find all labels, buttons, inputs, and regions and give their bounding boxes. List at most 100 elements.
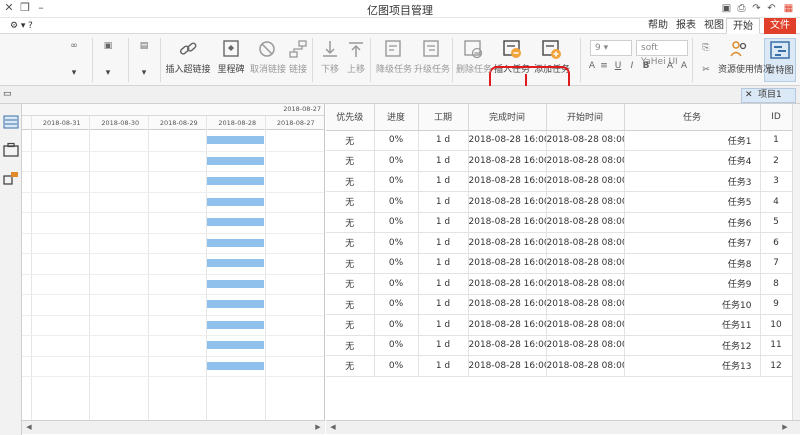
font-grow-icon[interactable]: A bbox=[678, 60, 690, 72]
task-name-cell[interactable]: 任务5 bbox=[624, 191, 761, 213]
duration-cell[interactable]: 1 d bbox=[418, 335, 469, 356]
progress-cell[interactable]: 0% bbox=[374, 335, 419, 356]
start-cell[interactable]: 2018-08-28 08:00 bbox=[546, 273, 625, 295]
task-name-cell[interactable]: 任务10 bbox=[624, 294, 761, 315]
duration-cell[interactable]: 1 d bbox=[418, 355, 469, 377]
column-header-start[interactable]: 开始时间 bbox=[546, 104, 625, 131]
gantt-task-bar[interactable] bbox=[207, 279, 264, 288]
priority-cell[interactable]: 无 bbox=[326, 232, 375, 254]
gantt-view-button[interactable]: 甘特图 bbox=[764, 38, 796, 82]
delete-task-button[interactable]: 删除任务 bbox=[456, 38, 492, 75]
finish-cell[interactable]: 2018-08-28 16:00 bbox=[468, 232, 547, 254]
duration-cell[interactable]: 1 d bbox=[418, 191, 469, 213]
progress-cell[interactable]: 0% bbox=[374, 171, 419, 192]
gantt-task-bar[interactable] bbox=[207, 259, 264, 267]
save-icon[interactable]: ▣ bbox=[720, 2, 733, 15]
duration-cell[interactable]: 1 d bbox=[418, 212, 469, 233]
task-name-cell[interactable]: 任务12 bbox=[624, 335, 761, 356]
print-icon[interactable]: ⎙ bbox=[735, 2, 748, 15]
tab-report[interactable]: 报表 bbox=[670, 18, 702, 34]
gantt-chart-pane[interactable]: 2018-08-27 2018-08-27 2018-08-28 2018-08-2… bbox=[22, 104, 325, 420]
table-row[interactable]: 无 0% 1 d 2018-08-28 16:00 2018-08-28 08:00 任务… bbox=[326, 335, 792, 356]
gantt-horizontal-scrollbar[interactable]: ◀ ▶ bbox=[22, 420, 325, 434]
gantt-task-bar[interactable] bbox=[207, 320, 264, 329]
note-dropdown-button[interactable]: ▤ ▾ bbox=[134, 38, 154, 78]
table-scroll-left-icon[interactable]: ◀ bbox=[328, 422, 338, 433]
help-circle-icon[interactable]: ? bbox=[22, 18, 39, 34]
progress-cell[interactable]: 0% bbox=[374, 355, 419, 377]
priority-cell[interactable]: 无 bbox=[326, 273, 375, 295]
duration-cell[interactable]: 1 d bbox=[418, 171, 469, 192]
id-cell[interactable]: 5 bbox=[760, 212, 792, 233]
duration-cell[interactable]: 1 d bbox=[418, 150, 469, 172]
priority-cell[interactable]: 无 bbox=[326, 171, 375, 192]
progress-cell[interactable]: 0% bbox=[374, 294, 419, 315]
column-header-id[interactable]: ID bbox=[760, 104, 792, 131]
start-cell[interactable]: 2018-08-28 08:00 bbox=[546, 130, 625, 151]
start-cell[interactable]: 2018-08-28 08:00 bbox=[546, 335, 625, 356]
move-up-button[interactable]: 上移 bbox=[344, 38, 368, 75]
find-dropdown-button[interactable]: ∞ ▾ bbox=[64, 38, 84, 78]
progress-cell[interactable]: 0% bbox=[374, 273, 419, 295]
column-header-priority[interactable]: 优先级 bbox=[326, 104, 375, 131]
gantt-task-bar[interactable] bbox=[207, 218, 264, 226]
task-name-cell[interactable]: 任务1 bbox=[624, 130, 761, 151]
tab-view[interactable]: 视图 bbox=[698, 18, 730, 34]
table-row[interactable]: 无 0% 1 d 2018-08-28 16:00 2018-08-28 08:00 任务… bbox=[326, 273, 792, 295]
indent-task-button[interactable]: 升级任务 bbox=[414, 38, 450, 75]
table-row[interactable]: 无 0% 1 d 2018-08-28 16:00 2018-08-28 08:00 任务… bbox=[326, 212, 792, 233]
priority-cell[interactable]: 无 bbox=[326, 335, 375, 356]
font-shrink-icon[interactable]: A bbox=[664, 60, 676, 72]
gantt-task-bar[interactable] bbox=[207, 136, 264, 144]
progress-cell[interactable]: 0% bbox=[374, 232, 419, 254]
milestone-button[interactable]: 里程碑 bbox=[216, 38, 246, 75]
table-row[interactable]: 无 0% 1 d 2018-08-28 16:00 2018-08-28 08:00 任务… bbox=[326, 232, 792, 254]
task-name-cell[interactable]: 任务3 bbox=[624, 171, 761, 192]
id-cell[interactable]: 6 bbox=[760, 232, 792, 254]
id-cell[interactable]: 8 bbox=[760, 273, 792, 295]
priority-cell[interactable]: 无 bbox=[326, 314, 375, 336]
table-row[interactable]: 无 0% 1 d 2018-08-28 16:00 2018-08-28 08:00 任务… bbox=[326, 130, 792, 151]
start-cell[interactable]: 2018-08-28 08:00 bbox=[546, 232, 625, 254]
start-cell[interactable]: 2018-08-28 08:00 bbox=[546, 171, 625, 192]
finish-cell[interactable]: 2018-08-28 16:00 bbox=[468, 150, 547, 172]
finish-cell[interactable]: 2018-08-28 16:00 bbox=[468, 171, 547, 192]
gantt-task-bar[interactable] bbox=[207, 300, 264, 308]
start-cell[interactable]: 2018-08-28 08:00 bbox=[546, 150, 625, 172]
gantt-task-bar[interactable] bbox=[207, 156, 264, 165]
gantt-task-bar[interactable] bbox=[207, 341, 264, 349]
finish-cell[interactable]: 2018-08-28 16:00 bbox=[468, 294, 547, 315]
task-name-cell[interactable]: 任务11 bbox=[624, 314, 761, 336]
column-header-finish[interactable]: 完成时间 bbox=[468, 104, 547, 131]
column-header-progress[interactable]: 进度 bbox=[374, 104, 419, 131]
bold-icon[interactable]: B bbox=[640, 60, 652, 72]
resource-usage-button[interactable]: 资源使用情况 bbox=[718, 38, 772, 75]
id-cell[interactable]: 9 bbox=[760, 294, 792, 315]
align-icon[interactable]: ≡ bbox=[598, 60, 610, 72]
font-name-select[interactable]: soft YaHei UI bbox=[636, 40, 688, 67]
table-row[interactable]: 无 0% 1 d 2018-08-28 16:00 2018-08-28 08:00 任务… bbox=[326, 314, 792, 336]
attachment-dropdown-button[interactable]: ▣ ▾ bbox=[98, 38, 118, 78]
scroll-right-icon[interactable]: ▶ bbox=[313, 422, 323, 433]
start-cell[interactable]: 2018-08-28 08:00 bbox=[546, 253, 625, 274]
priority-cell[interactable]: 无 bbox=[326, 130, 375, 151]
briefcase-icon[interactable] bbox=[3, 142, 19, 158]
duration-cell[interactable]: 1 d bbox=[418, 130, 469, 151]
finish-cell[interactable]: 2018-08-28 16:00 bbox=[468, 273, 547, 295]
task-name-cell[interactable]: 任务6 bbox=[624, 212, 761, 233]
finish-cell[interactable]: 2018-08-28 16:00 bbox=[468, 355, 547, 377]
duration-cell[interactable]: 1 d bbox=[418, 314, 469, 336]
table-row[interactable]: 无 0% 1 d 2018-08-28 16:00 2018-08-28 08:00 任务… bbox=[326, 253, 792, 274]
start-cell[interactable]: 2018-08-28 08:00 bbox=[546, 294, 625, 315]
priority-cell[interactable]: 无 bbox=[326, 294, 375, 315]
progress-cell[interactable]: 0% bbox=[374, 253, 419, 274]
column-header-task[interactable]: 任务 bbox=[624, 104, 761, 131]
table-row[interactable]: 无 0% 1 d 2018-08-28 16:00 2018-08-28 08:00 任务… bbox=[326, 150, 792, 172]
progress-cell[interactable]: 0% bbox=[374, 191, 419, 213]
font-size-select[interactable]: 9 ▾ bbox=[590, 40, 632, 56]
gantt-task-bar[interactable] bbox=[207, 361, 264, 370]
start-cell[interactable]: 2018-08-28 08:00 bbox=[546, 191, 625, 213]
task-name-cell[interactable]: 任务13 bbox=[624, 355, 761, 377]
tab-file[interactable]: 文件 bbox=[764, 18, 796, 34]
progress-cell[interactable]: 0% bbox=[374, 314, 419, 336]
